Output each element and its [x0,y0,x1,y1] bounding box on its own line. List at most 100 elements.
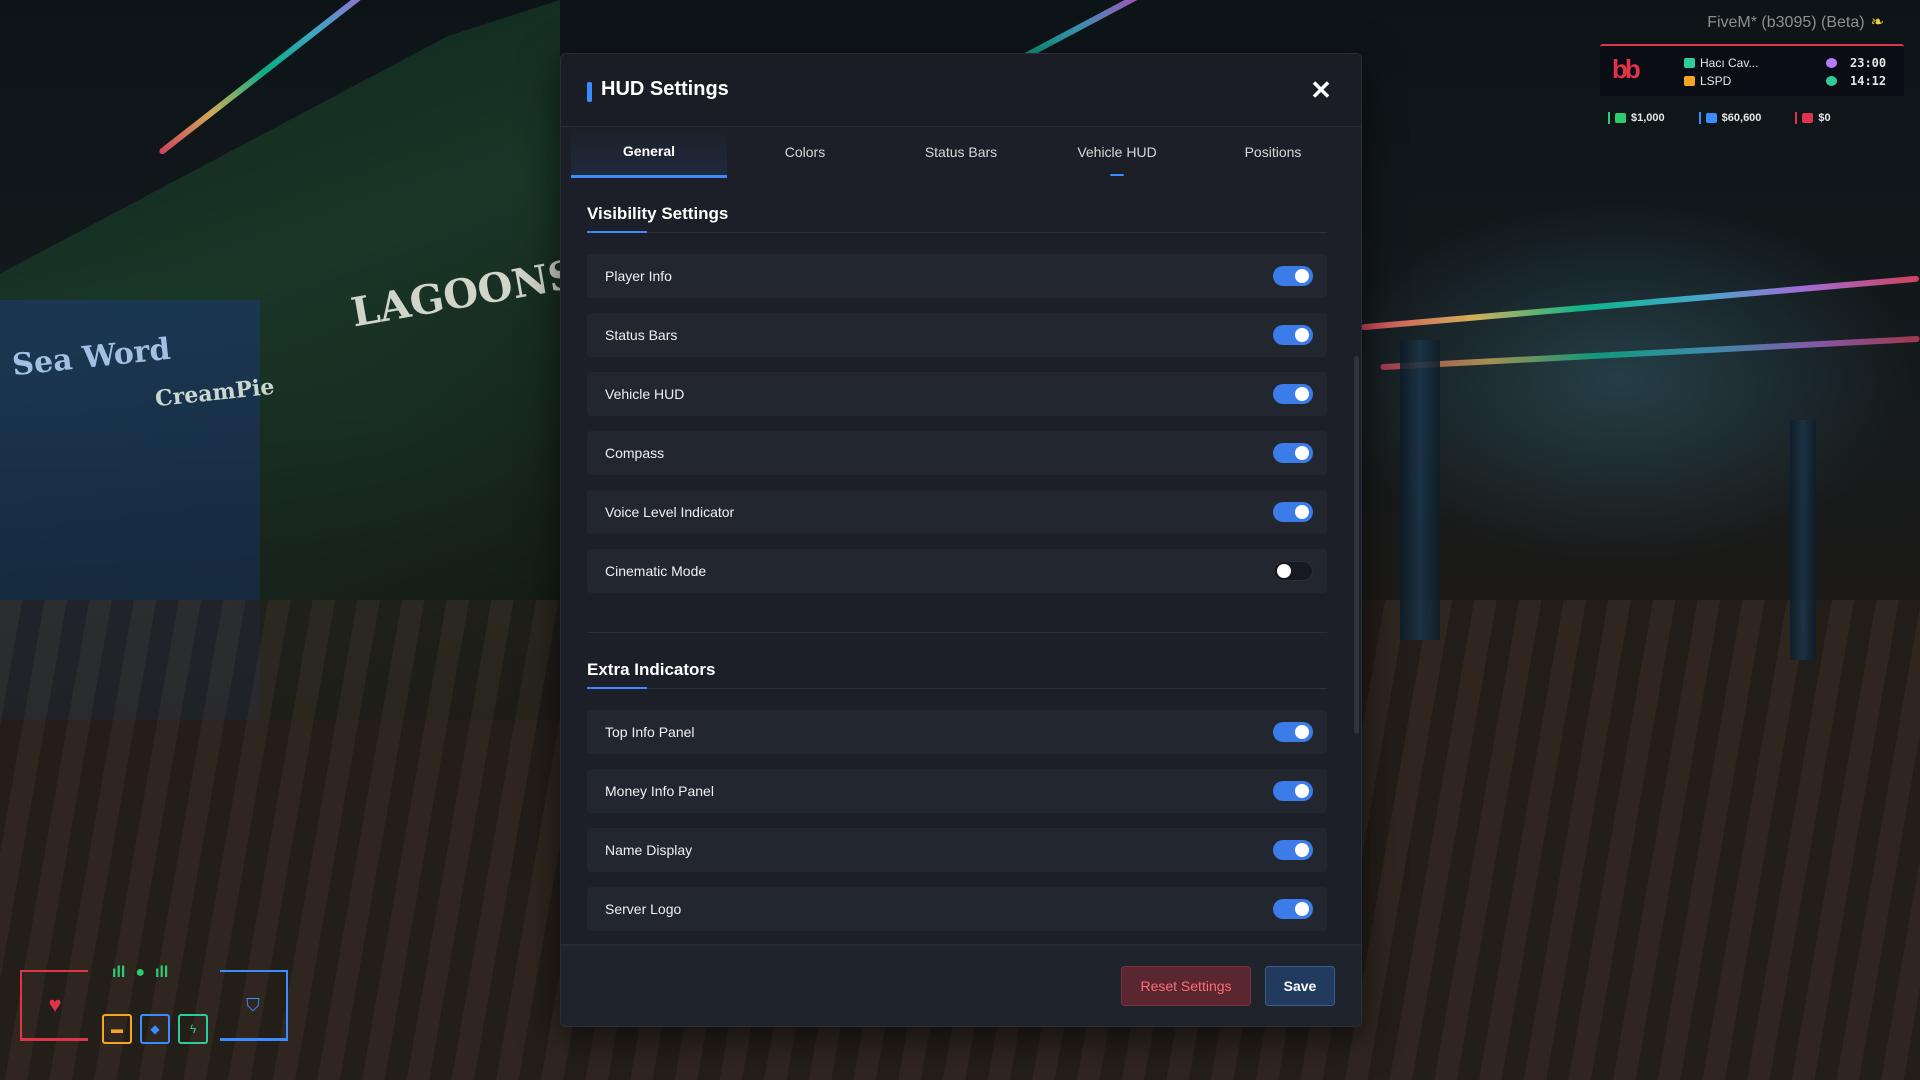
section-title-visibility: Visibility Settings [587,204,729,223]
section-separator [587,632,1327,633]
dirty-money-display: $0 [1795,112,1831,124]
bank-amount: $60,600 [1721,112,1762,124]
voice-level-toggle[interactable] [1273,502,1313,522]
modal-footer: Reset Settings Save [561,944,1361,1026]
tab-positions[interactable]: Positions [1195,126,1351,178]
background-pillar [1400,340,1440,640]
setting-row-server-logo: Server Logo [587,887,1327,931]
setting-label: Player Info [605,268,672,284]
server-logo: bb [1612,54,1641,84]
vehicle-hud-toggle[interactable] [1273,384,1313,404]
settings-tabs: General Colors Status Bars Vehicle HUD P… [571,126,1351,178]
water-drop-icon: ◆ [150,1022,160,1036]
fivem-leaf-icon: ❧ [1870,14,1884,31]
setting-row-voice-level: Voice Level Indicator [587,490,1327,534]
tab-vehicle-hud[interactable]: Vehicle HUD [1039,126,1195,178]
heart-icon: ♥ [48,992,62,1017]
reset-settings-button[interactable]: Reset Settings [1121,966,1251,1006]
setting-row-name-display: Name Display [587,828,1327,872]
player-job: LSPD [1700,74,1732,88]
background-building-blue [0,300,260,720]
sea-word-sign: Sea Word [10,331,173,384]
bank-display: $60,600 [1698,112,1762,124]
lagoons-sign: LAGOONS [347,250,581,337]
cash-display: $1,000 [1608,112,1665,124]
setting-label: Voice Level Indicator [605,504,735,520]
burger-icon: ▬ [111,1022,123,1036]
top-info-panel: bb Hacı Cav... LSPD 23:00 14:12 [1600,44,1904,96]
setting-label: Top Info Panel [605,724,695,740]
globe-icon [1826,76,1837,86]
health-indicator: ♥ [20,970,88,1041]
cash-amount: $1,000 [1631,112,1665,124]
setting-row-vehicle-hud: Vehicle HUD [587,372,1327,416]
setting-row-top-info-panel: Top Info Panel [587,710,1327,754]
tab-colors[interactable]: Colors [727,126,883,178]
setting-label: Vehicle HUD [605,386,685,402]
string-lights [158,0,422,156]
section-title-extra-indicators: Extra Indicators [587,660,716,679]
settings-content: Visibility Settings Player Info Status B… [561,178,1361,1000]
lightning-icon: ϟ [189,1022,197,1036]
setting-label: Status Bars [605,327,678,343]
tab-general[interactable]: General [571,126,727,178]
status-bars-toggle[interactable] [1273,325,1313,345]
voice-bars-icon: ıll [112,964,126,981]
dirty-money-icon [1802,113,1814,123]
player-info: Hacı Cav... LSPD [1684,54,1758,90]
content-scrollbar[interactable] [1354,356,1359,734]
setting-label: Name Display [605,842,693,858]
thirst-indicator: ◆ [140,1014,170,1044]
time-info: 23:00 14:12 [1826,54,1886,90]
window-title-text: FiveM* (b3095) (Beta) [1707,14,1865,31]
moon-icon [1826,58,1837,68]
hud-settings-modal: HUD Settings ✕ General Colors Status Bar… [560,53,1362,1027]
setting-row-money-info-panel: Money Info Panel [587,769,1327,813]
armor-indicator: ⛉ [220,970,288,1041]
compass-toggle[interactable] [1273,443,1313,463]
close-button[interactable]: ✕ [1305,74,1337,106]
section-divider [587,231,1327,233]
background-building [0,0,560,720]
setting-row-compass: Compass [587,431,1327,475]
cinematic-mode-toggle[interactable] [1273,561,1313,581]
dirty-money-amount: $0 [1818,112,1831,124]
string-lights [1360,275,1920,331]
close-icon: ✕ [1310,74,1332,105]
setting-label: Compass [605,445,665,461]
money-info-panel-toggle[interactable] [1273,781,1313,801]
briefcase-icon [1684,76,1695,86]
setting-row-player-info: Player Info [587,254,1327,298]
setting-label: Server Logo [605,901,682,917]
money-info-panel: $1,000 $60,600 $0 [1608,112,1831,124]
voice-bars-icon: ıll [155,964,169,981]
window-title: FiveM* (b3095) (Beta) ❧ [1707,12,1884,32]
top-info-panel-toggle[interactable] [1273,722,1313,742]
modal-header: HUD Settings ✕ [561,54,1361,127]
string-lights [1380,335,1920,371]
modal-title: HUD Settings [601,78,729,100]
real-time: 14:12 [1850,74,1887,88]
player-info-toggle[interactable] [1273,266,1313,286]
voice-level-indicator: ıll ● ıll [112,964,168,982]
cream-pie-sign: CreamPie [153,373,276,413]
bank-icon [1705,113,1717,123]
setting-row-status-bars: Status Bars [587,313,1327,357]
tab-status-bars[interactable]: Status Bars [883,126,1039,178]
setting-row-cinematic-mode: Cinematic Mode [587,549,1327,593]
microphone-icon: ● [135,964,146,981]
save-button[interactable]: Save [1265,966,1335,1006]
id-card-icon [1684,58,1695,68]
setting-label: Money Info Panel [605,783,714,799]
section-divider [587,687,1327,689]
setting-label: Cinematic Mode [605,563,707,579]
shield-icon: ⛉ [246,994,260,1015]
cash-icon [1615,113,1626,123]
server-logo-toggle[interactable] [1273,899,1313,919]
title-accent-bar [587,82,592,102]
background-pillar [1790,420,1816,660]
name-display-toggle[interactable] [1273,840,1313,860]
stamina-indicator: ϟ [178,1014,208,1044]
game-time: 23:00 [1850,56,1887,70]
hunger-indicator: ▬ [102,1014,132,1044]
